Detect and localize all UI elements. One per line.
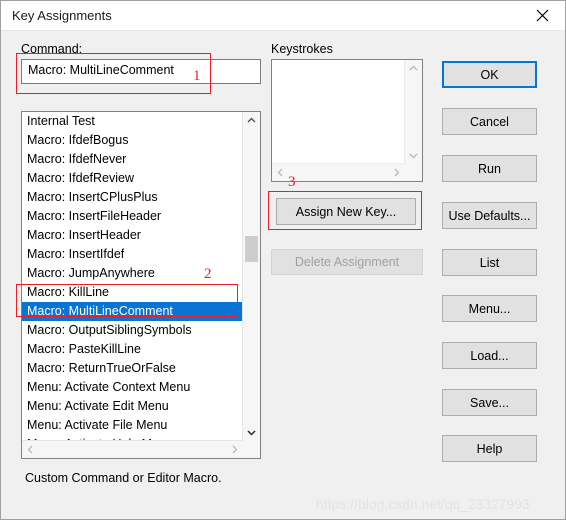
menu-button[interactable]: Menu...: [442, 295, 537, 322]
title-bar: Key Assignments: [1, 1, 565, 31]
keystrokes-label: Keystrokes: [271, 42, 333, 56]
selected-list-item[interactable]: Macro: MultiLineComment: [22, 302, 243, 321]
list-item[interactable]: Menu: Activate File Menu: [22, 416, 243, 435]
keystrokes-horizontal-scrollbar[interactable]: [272, 163, 405, 181]
command-listbox[interactable]: Internal Test Macro: IfdefBogus Macro: I…: [21, 111, 261, 459]
list-item[interactable]: Macro: ReturnTrueOrFalse: [22, 359, 243, 378]
list-item[interactable]: Macro: InsertIfdef: [22, 245, 243, 264]
help-button[interactable]: Help: [442, 435, 537, 462]
watermark: https://blog.csdn.net/qq_23327993: [316, 497, 530, 512]
use-defaults-button[interactable]: Use Defaults...: [442, 202, 537, 229]
command-list-scroll-thumb[interactable]: [245, 236, 258, 262]
scroll-left-icon[interactable]: [22, 441, 39, 458]
scroll-up-icon[interactable]: [243, 112, 260, 129]
keystrokes-listbox[interactable]: [271, 59, 423, 182]
keystrokes-vertical-scrollbar[interactable]: [404, 60, 422, 164]
list-item[interactable]: Macro: InsertFileHeader: [22, 207, 243, 226]
scroll-down-icon[interactable]: [405, 147, 422, 164]
command-input[interactable]: Macro: MultiLineComment: [21, 59, 261, 84]
command-list-vertical-scrollbar[interactable]: [242, 112, 260, 441]
save-button[interactable]: Save...: [442, 389, 537, 416]
scroll-up-icon[interactable]: [405, 60, 422, 77]
assign-new-key-button[interactable]: Assign New Key...: [276, 198, 416, 225]
window-title: Key Assignments: [12, 8, 112, 23]
list-item[interactable]: Macro: JumpAnywhere: [22, 264, 243, 283]
ok-button[interactable]: OK: [442, 61, 537, 88]
key-assignments-dialog: Key Assignments Command: Macro: MultiLin…: [0, 0, 566, 520]
scroll-right-icon[interactable]: [226, 441, 243, 458]
list-item[interactable]: Macro: IfdefBogus: [22, 131, 243, 150]
command-list-horizontal-scrollbar[interactable]: [22, 440, 243, 458]
command-listbox-items: Internal Test Macro: IfdefBogus Macro: I…: [22, 112, 243, 442]
scroll-left-icon[interactable]: [272, 164, 289, 181]
list-item[interactable]: Macro: IfdefNever: [22, 150, 243, 169]
scrollbar-corner: [243, 441, 260, 458]
list-button[interactable]: List: [442, 249, 537, 276]
list-item[interactable]: Macro: InsertCPlusPlus: [22, 188, 243, 207]
list-item[interactable]: Menu: Activate Edit Menu: [22, 397, 243, 416]
list-item[interactable]: Macro: InsertHeader: [22, 226, 243, 245]
load-button[interactable]: Load...: [442, 342, 537, 369]
list-item[interactable]: Macro: PasteKillLine: [22, 340, 243, 359]
scroll-right-icon[interactable]: [388, 164, 405, 181]
list-item[interactable]: Macro: KillLine: [22, 283, 243, 302]
list-item[interactable]: Macro: OutputSiblingSymbols: [22, 321, 243, 340]
list-item[interactable]: Menu: Activate Context Menu: [22, 378, 243, 397]
cancel-button[interactable]: Cancel: [442, 108, 537, 135]
delete-assignment-button[interactable]: Delete Assignment: [271, 249, 423, 275]
scrollbar-corner: [405, 164, 422, 181]
scroll-down-icon[interactable]: [243, 424, 260, 441]
run-button[interactable]: Run: [442, 155, 537, 182]
list-item[interactable]: Macro: IfdefReview: [22, 169, 243, 188]
status-text: Custom Command or Editor Macro.: [25, 471, 222, 485]
command-label: Command:: [21, 42, 83, 56]
list-item[interactable]: Internal Test: [22, 112, 243, 131]
close-icon[interactable]: [519, 1, 565, 30]
